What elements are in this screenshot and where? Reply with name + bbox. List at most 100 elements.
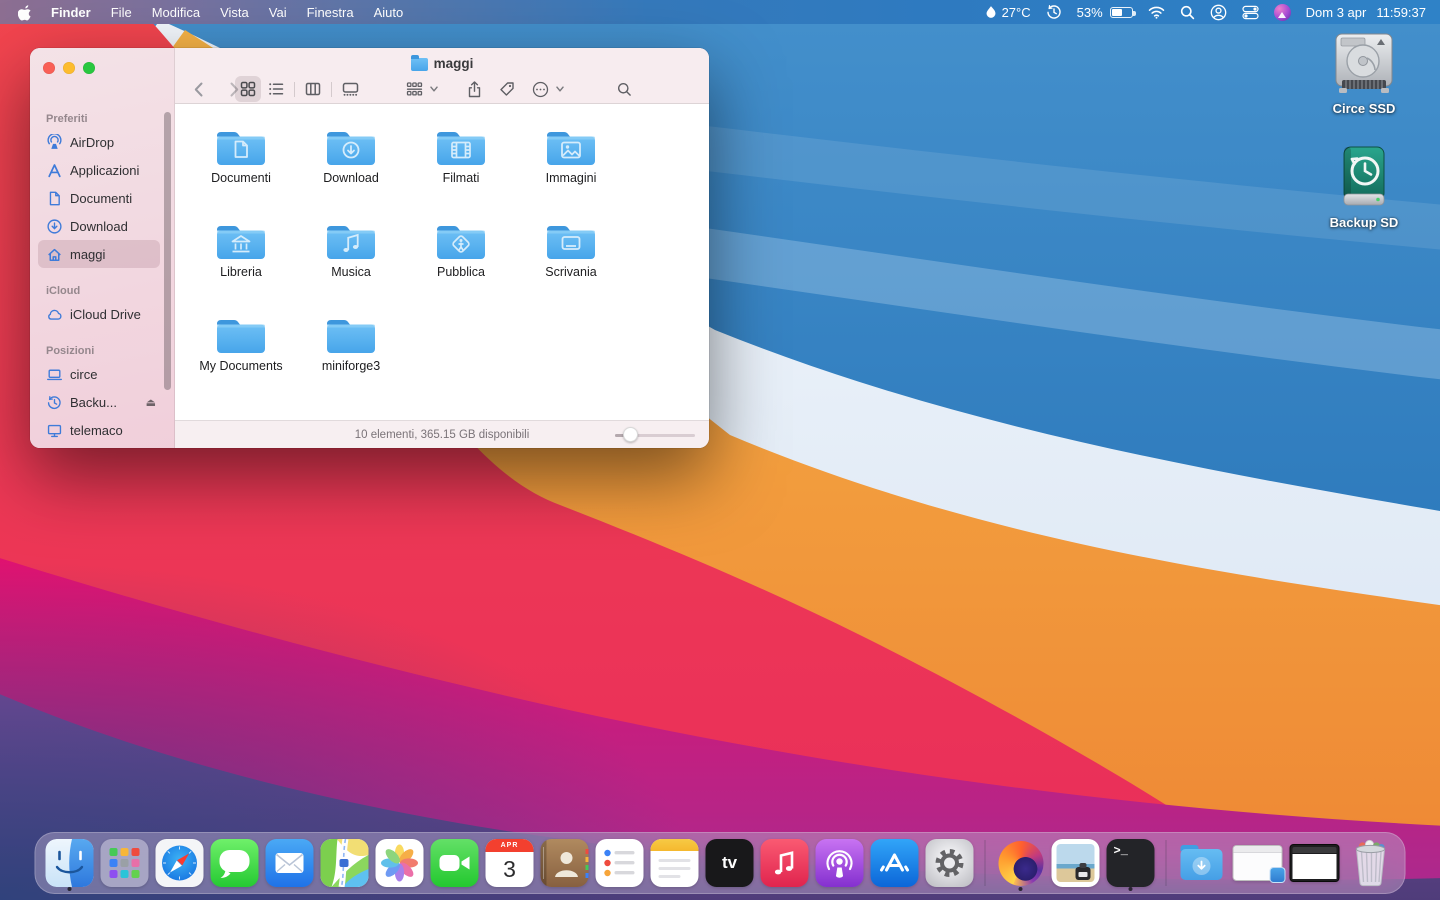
sidebar-item-label: Backu...: [70, 395, 117, 410]
dock-divider: [985, 840, 986, 886]
zoom-button[interactable]: [83, 62, 95, 74]
dock-calendar[interactable]: APR 3: [486, 833, 534, 893]
dock-trash[interactable]: [1347, 833, 1395, 893]
gallery-view-icon: [342, 81, 359, 97]
sidebar-item-icloud-drive[interactable]: iCloud Drive: [38, 300, 160, 328]
dock-maps[interactable]: [321, 833, 369, 893]
folder-my-documents[interactable]: My Documents: [193, 316, 289, 374]
photos-icon: [376, 839, 424, 887]
folder-download[interactable]: Download: [303, 128, 399, 186]
desktop-icon-label: Circe SSD: [1333, 101, 1396, 116]
dock-image-editor[interactable]: [1052, 833, 1100, 893]
more-actions-button[interactable]: [527, 76, 553, 102]
dock-tv[interactable]: tv: [706, 833, 754, 893]
menu-file[interactable]: File: [101, 0, 142, 24]
calendar-icon: APR 3: [486, 839, 534, 887]
view-columns-button[interactable]: [300, 76, 326, 102]
sidebar-scrollbar[interactable]: [164, 112, 171, 390]
menu-vai[interactable]: Vai: [259, 0, 297, 24]
folder-documenti[interactable]: Documenti: [193, 128, 289, 186]
sidebar-item-circe[interactable]: circe: [38, 360, 160, 388]
close-button[interactable]: [43, 62, 55, 74]
menu-finder[interactable]: Finder: [41, 0, 101, 24]
battery-status[interactable]: 53%: [1077, 5, 1133, 20]
temperature-status[interactable]: 27°C: [985, 5, 1031, 20]
dock-app-store[interactable]: [871, 833, 919, 893]
dock-firefox[interactable]: [997, 833, 1045, 893]
dock-system-preferences[interactable]: [926, 833, 974, 893]
sidebar-item-telemaco[interactable]: telemaco: [38, 416, 160, 444]
group-by-button[interactable]: [401, 76, 427, 102]
internal-drive-icon: [1329, 32, 1399, 96]
icon-size-slider[interactable]: [615, 427, 695, 443]
dock-mail[interactable]: [266, 833, 314, 893]
dock-facetime[interactable]: [431, 833, 479, 893]
apple-menu[interactable]: [14, 4, 41, 21]
menu-aiuto[interactable]: Aiuto: [364, 0, 414, 24]
time-machine-menu[interactable]: [1046, 4, 1062, 20]
facetime-icon: [431, 839, 479, 887]
messages-icon: [211, 839, 259, 887]
wifi-menu[interactable]: [1148, 6, 1165, 19]
folder-pubblica[interactable]: Pubblica: [413, 222, 509, 280]
sidebar-item-backup[interactable]: Backu... ⏏: [38, 388, 160, 416]
folder-filmati[interactable]: Filmati: [413, 128, 509, 186]
chevron-down-icon: [430, 86, 438, 92]
control-center-menu[interactable]: [1242, 5, 1259, 20]
dock-terminal[interactable]: >_: [1107, 833, 1155, 893]
toolbar-separator: [294, 82, 295, 97]
mail-icon: [266, 839, 314, 887]
menubar-app-icon[interactable]: [1274, 4, 1291, 21]
menu-modifica[interactable]: Modifica: [142, 0, 210, 24]
dock-launchpad[interactable]: [101, 833, 149, 893]
view-list-button[interactable]: [263, 76, 289, 102]
folder-icon: [215, 222, 267, 262]
tags-button[interactable]: [494, 76, 520, 102]
desktop-icon-circe-ssd[interactable]: Circe SSD: [1329, 32, 1399, 116]
dock-podcasts[interactable]: [816, 833, 864, 893]
search-button[interactable]: [611, 76, 637, 102]
folder-scrivania[interactable]: Scrivania: [523, 222, 619, 280]
sidebar-item-airdrop[interactable]: AirDrop: [38, 128, 160, 156]
dock-safari[interactable]: [156, 833, 204, 893]
folder-miniforge3[interactable]: miniforge3: [303, 316, 399, 374]
document-icon: [46, 190, 63, 207]
slider-knob[interactable]: [623, 427, 638, 442]
dock-contacts[interactable]: [541, 833, 589, 893]
dock-messages[interactable]: [211, 833, 259, 893]
desktop-icon-backup-sd[interactable]: Backup SD: [1330, 146, 1399, 230]
finder-content: Documenti Download Filmati Immagini: [175, 104, 709, 420]
view-grid-button[interactable]: [235, 76, 261, 102]
dock-finder[interactable]: [46, 833, 94, 893]
sidebar-item-documenti[interactable]: Documenti: [38, 184, 160, 212]
eject-icon[interactable]: ⏏: [146, 396, 156, 409]
dock-music[interactable]: [761, 833, 809, 893]
dock-reminders[interactable]: [596, 833, 644, 893]
running-indicator: [68, 887, 72, 891]
menu-vista[interactable]: Vista: [210, 0, 259, 24]
dock-downloads-folder[interactable]: [1178, 833, 1226, 893]
view-gallery-button[interactable]: [337, 76, 363, 102]
folder-libreria[interactable]: Libreria: [193, 222, 289, 280]
dock-minimized-window-2[interactable]: [1290, 833, 1340, 893]
clock-menu[interactable]: Dom 3 apr 11:59:37: [1306, 5, 1426, 20]
user-menu[interactable]: [1210, 4, 1227, 21]
minimize-button[interactable]: [63, 62, 75, 74]
folder-label: miniforge3: [303, 359, 399, 374]
sidebar-item-download[interactable]: Download: [38, 212, 160, 240]
dock-photos[interactable]: [376, 833, 424, 893]
folder-immagini[interactable]: Immagini: [523, 128, 619, 186]
folder-musica[interactable]: Musica: [303, 222, 399, 280]
back-button[interactable]: [185, 76, 211, 102]
chevron-left-icon: [194, 82, 203, 97]
menu-finestra[interactable]: Finestra: [297, 0, 364, 24]
sidebar-item-applicazioni[interactable]: Applicazioni: [38, 156, 160, 184]
sidebar-item-maggi[interactable]: maggi: [38, 240, 160, 268]
folder-icon: [435, 128, 487, 168]
dock-notes[interactable]: [651, 833, 699, 893]
dock-minimized-window-1[interactable]: [1233, 833, 1283, 893]
folder-label: Libreria: [193, 265, 289, 280]
spotlight-menu[interactable]: [1180, 5, 1195, 20]
share-button[interactable]: [461, 76, 487, 102]
safari-icon: [156, 839, 204, 887]
